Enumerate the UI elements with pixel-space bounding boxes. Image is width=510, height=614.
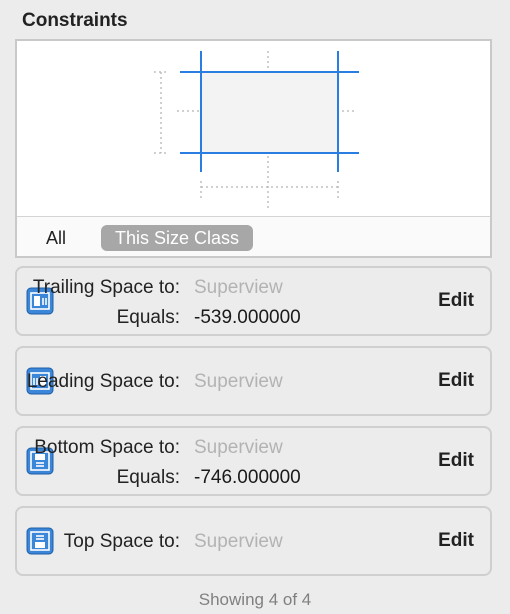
constraint-target[interactable]: Superview (194, 277, 406, 299)
constraint-target[interactable]: Superview (194, 531, 406, 553)
top-constraint-icon[interactable] (26, 527, 54, 555)
equals-label: Equals: (116, 307, 180, 328)
edit-button[interactable]: Edit (438, 370, 474, 392)
constraint-line: Bottom Space to: Superview (34, 437, 406, 459)
constraint-row-leading[interactable]: Leading Space to: Superview Edit (15, 346, 492, 416)
constraint-target[interactable]: Superview (194, 371, 406, 393)
constraint-equals-line: Equals: -746.000000 (117, 467, 406, 489)
constraint-line: Trailing Space to: Superview (33, 277, 406, 299)
edit-button[interactable]: Edit (438, 530, 474, 552)
constraint-line: Leading Space to: Superview (27, 371, 406, 393)
equals-value[interactable]: -746.000000 (194, 467, 406, 489)
scope-size-class-tab[interactable]: This Size Class (101, 225, 254, 251)
scope-all-tab[interactable]: All (46, 228, 66, 249)
section-title: Constraints (22, 10, 128, 31)
constraint-row-top[interactable]: Top Space to: Superview Edit (15, 506, 492, 576)
constraint-preview: All This Size Class (15, 39, 492, 258)
edit-button[interactable]: Edit (438, 290, 474, 312)
constraint-target[interactable]: Superview (194, 437, 406, 459)
constraint-row-bottom[interactable]: Bottom Space to: Superview Equals: -746.… (15, 426, 492, 496)
constraint-line: Top Space to: Superview (64, 531, 406, 553)
edit-button[interactable]: Edit (438, 450, 474, 472)
constraint-label: Bottom Space to: (34, 437, 180, 458)
constraint-equals-line: Equals: -539.000000 (117, 307, 406, 329)
constraint-label: Top Space to: (63, 531, 180, 552)
constraint-label: Trailing Space to: (32, 277, 180, 298)
constraint-label: Leading Space to: (26, 371, 180, 392)
equals-label: Equals: (116, 467, 180, 488)
constraint-diagram (154, 51, 359, 209)
scope-bar: All This Size Class (17, 216, 490, 256)
constraint-row-trailing[interactable]: Trailing Space to: Superview Equals: -53… (15, 266, 492, 336)
showing-count: Showing 4 of 4 (198, 590, 312, 609)
equals-value[interactable]: -539.000000 (194, 307, 406, 329)
